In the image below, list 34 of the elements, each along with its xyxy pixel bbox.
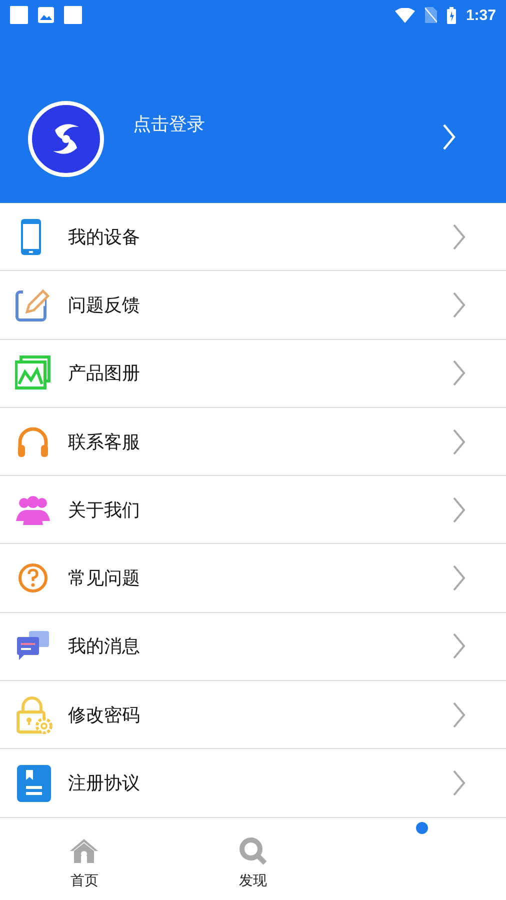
gallery-icon xyxy=(15,354,53,392)
battery-icon xyxy=(446,6,456,24)
tab-label[interactable]: 发现 xyxy=(239,872,267,890)
notification-icon xyxy=(64,6,82,24)
tab-label[interactable]: 首页 xyxy=(70,872,98,890)
chevron-right-icon[interactable] xyxy=(452,290,466,319)
lock-gear-icon xyxy=(15,696,53,734)
chevron-right-icon[interactable] xyxy=(452,222,466,251)
chevron-right-icon[interactable] xyxy=(452,496,466,524)
menu-item-label[interactable]: 常见问题 xyxy=(68,566,452,590)
menu-item-label[interactable]: 我的设备 xyxy=(68,224,452,249)
chevron-right-icon[interactable] xyxy=(452,632,466,660)
login-prompt[interactable]: 点击登录 xyxy=(133,112,442,136)
menu-item-label[interactable]: 修改密码 xyxy=(68,702,452,727)
search-icon[interactable] xyxy=(238,836,268,866)
chevron-right-icon[interactable] xyxy=(452,700,466,729)
menu-item-label[interactable]: 产品图册 xyxy=(68,361,452,386)
avatar-logo-icon[interactable] xyxy=(27,100,105,178)
menu-item-label[interactable]: 联系客服 xyxy=(68,430,452,454)
no-sim-icon xyxy=(424,7,437,23)
clock: 1:37 xyxy=(466,6,496,24)
menu-item-label[interactable]: 关于我们 xyxy=(68,498,452,522)
notification-icon xyxy=(10,6,28,24)
wifi-icon xyxy=(394,8,415,22)
chevron-right-icon[interactable] xyxy=(452,428,466,456)
menu-item-label[interactable]: 问题反馈 xyxy=(68,292,452,317)
home-icon[interactable] xyxy=(69,836,100,866)
document-icon xyxy=(15,764,53,802)
menu-item-label[interactable]: 注册协议 xyxy=(68,771,452,796)
chevron-right-icon[interactable] xyxy=(452,769,466,798)
menu-item-label[interactable]: 我的消息 xyxy=(68,634,452,658)
chevron-right-icon[interactable] xyxy=(452,564,466,592)
chevron-right-icon[interactable] xyxy=(452,359,466,388)
image-icon xyxy=(38,7,54,23)
